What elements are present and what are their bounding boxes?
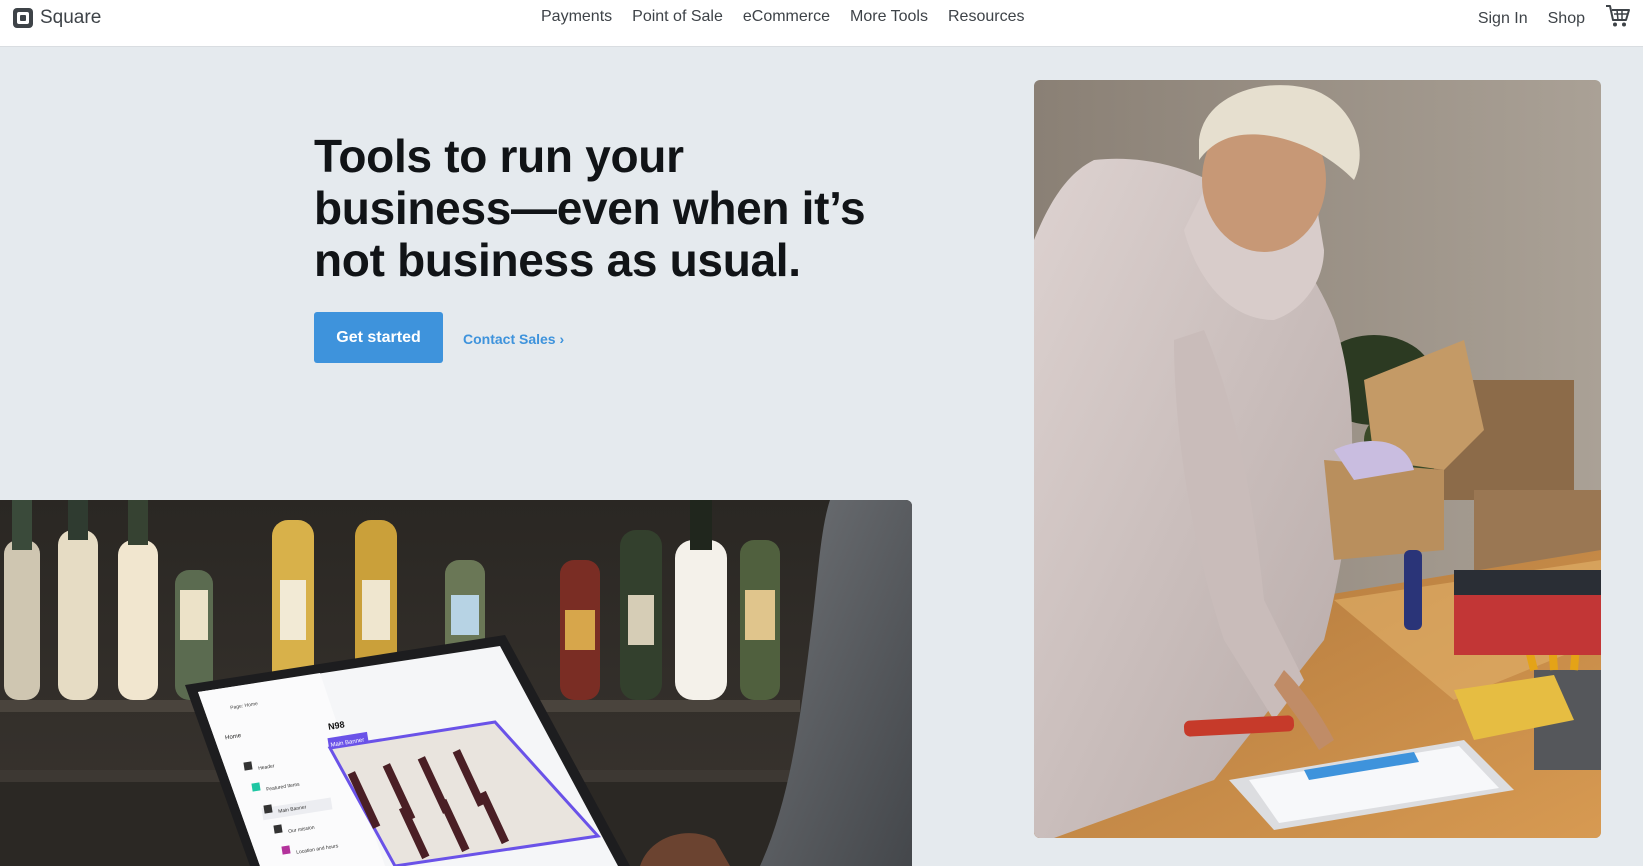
woman-packing-box-photo [1034,80,1601,838]
nav-item-payments[interactable]: Payments [541,8,612,26]
main-nav: Payments Point of Sale eCommerce More To… [541,8,1024,26]
shop-link[interactable]: Shop [1548,10,1585,28]
contact-sales-link[interactable]: Contact Sales › [463,331,564,347]
nav-item-more-tools[interactable]: More Tools [850,8,928,26]
laptop-wine-shop-photo: Main Banner N98 Page: Home Home Header F… [0,500,912,866]
sign-in-link[interactable]: Sign In [1478,10,1528,28]
nav-item-point-of-sale[interactable]: Point of Sale [632,8,723,26]
nav-item-ecommerce[interactable]: eCommerce [743,8,830,26]
brand-logo[interactable]: Square [12,6,101,30]
nav-right: Sign In Shop [1478,5,1631,29]
square-logo-icon [12,7,34,29]
cart-icon[interactable] [1605,3,1631,29]
brand-name: Square [40,7,102,28]
get-started-button[interactable]: Get started [314,312,443,363]
hero-title: Tools to run your business—even when it’… [314,130,866,286]
top-navbar: Square Payments Point of Sale eCommerce … [0,0,1643,47]
nav-item-resources[interactable]: Resources [948,8,1024,26]
